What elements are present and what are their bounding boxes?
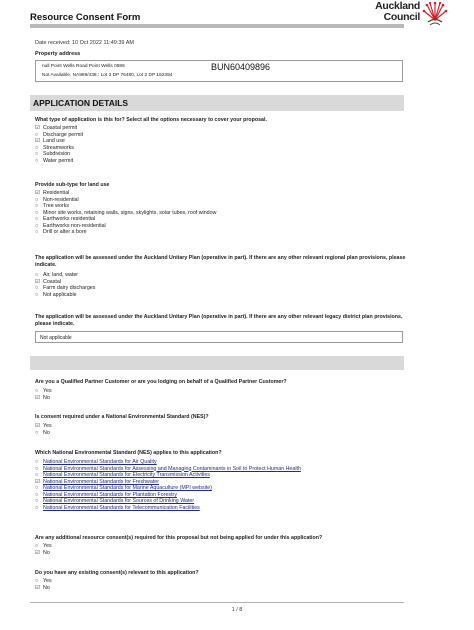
question-nes-applies: Which National Environmental Standard (N… [35,450,222,456]
address-line-1: null Point Wells Road Point Wells 0986 [42,64,125,69]
option-item[interactable]: ☑ No [35,585,52,592]
option-link[interactable]: National Environmental Standards for Tel… [43,505,200,511]
option-label: Minor site works, retaining walls, signs… [43,209,217,216]
option-label: No [43,429,50,436]
options-regional-provisions: ○ Air, land, water ☑ Coastal ○ Farm dairy dis… [35,272,95,298]
option-label: Residential [43,190,70,196]
option-item[interactable]: ○ Drill or alter a bore [35,229,216,236]
option-link[interactable]: National Environmental Standards for Mar… [43,485,212,491]
council-logo: Auckland Council [350,0,450,30]
form-title: Resource Consent Form [30,12,141,23]
unchecked-icon[interactable]: ○ [35,158,43,165]
checked-icon[interactable]: ☑ [35,395,43,402]
header-divider [30,24,404,28]
options-additional-consents: ○ Yes ☑ No [35,543,52,556]
reference-number: BUN60409896 [211,62,271,72]
section-header-application-details: APPLICATION DETAILS [30,95,404,111]
option-label: Non-residential [43,196,79,203]
option-link[interactable]: National Environmental Standards for Ass… [43,466,301,472]
district-provisions-answer-box: Not applicable [35,331,403,343]
question-regional-provisions: The application will be assessed under t… [35,255,406,268]
option-label: Drill or alter a bore [43,229,87,236]
options-nes-required: ☑ Yes ○ No [35,423,52,436]
options-application-type: ☑ Coastal permit ○ Discharge permit ☑ Land us… [35,125,83,164]
option-label: Yes [43,578,52,584]
options-nes-applies: ○ National Environmental Standards for Ai… [35,459,301,511]
property-address-box: null Point Wells Road Point Wells 0986 N… [35,60,403,82]
section-header-blank [30,356,404,370]
option-label: Yes [43,543,52,549]
option-label: Tree works [43,203,69,210]
options-qualified-partner: ○ Yes ☑ No [35,388,52,401]
option-item[interactable]: ○ No [35,430,52,437]
logo-line-1: Auckland [375,0,420,12]
options-land-use-subtype: ☑ Residential ○ Non-residential ○ Tree works ○… [35,190,216,236]
page-number: 1 / 8 [231,607,243,613]
question-application-type: What type of application is this for? Se… [35,117,267,123]
option-label: Air, land, water [43,272,79,278]
unchecked-icon[interactable]: ○ [35,430,43,437]
option-label: Coastal [43,278,61,285]
question-additional-consents: Are any additional resource consent(s) r… [35,535,323,541]
checked-icon[interactable]: ☑ [35,550,43,557]
address-line-2: Not Available, NA989/438 : Lot 3 DP 7648… [42,73,173,78]
footer-divider [30,602,404,603]
option-link[interactable]: National Environmental Standards for Pla… [43,492,177,498]
option-label: Not applicable [43,291,77,298]
option-item[interactable]: ○ Water permit [35,158,83,165]
unchecked-icon[interactable]: ○ [35,505,43,512]
unchecked-icon[interactable]: ○ [35,292,43,299]
options-existing-consents: ○ Yes ☑ No [35,578,52,591]
question-existing-consents: Do you have any existing consent(s) rele… [35,570,199,576]
option-label: Earthworks non-residential [43,222,106,229]
option-link[interactable]: National Environmental Standards for Sou… [43,498,194,504]
property-address-label: Property address [35,51,81,57]
checked-icon[interactable]: ☑ [35,585,43,592]
question-land-use-subtype: Provide sub-type for land use [35,182,110,188]
option-link[interactable]: National Environmental Standards for Air… [43,459,157,465]
option-label: Yes [43,423,52,429]
option-label: Farm dairy discharges [43,285,96,292]
option-label: Earthworks residential [43,216,96,223]
option-label: Land use [43,138,65,145]
option-label: Water permit [43,157,74,164]
question-qualified-partner: Are you a Qualified Partner Customer or … [35,379,287,385]
option-label: Coastal permit [43,125,78,131]
option-item[interactable]: ☑ No [35,550,52,557]
page-header: Resource Consent Form Auckland Council [30,0,450,34]
option-label: No [43,394,50,401]
option-label: Streamworks [43,144,74,151]
option-label: Yes [43,388,52,394]
option-link[interactable]: National Environmental Standards for Fre… [43,479,159,485]
logo-line-2: Council [383,10,421,23]
question-nes-required: Is consent required under a National Env… [35,414,209,420]
unchecked-icon[interactable]: ○ [35,229,43,236]
option-item[interactable]: ○ National Environmental Standards for Te… [35,505,301,512]
option-item[interactable]: ☑ No [35,395,52,402]
option-label: Subdivision [43,151,71,158]
option-label: Discharge permit [43,131,84,138]
district-provisions-answer: Not applicable [40,335,72,341]
option-label: No [43,549,50,556]
option-item[interactable]: ○ Not applicable [35,292,95,299]
date-received: Date received: 10 Oct 2022 11:49:39 AM [35,40,134,46]
option-label: No [43,584,50,591]
question-district-provisions: The application will be assessed under t… [35,314,403,327]
section-title: APPLICATION DETAILS [33,98,129,108]
option-link[interactable]: National Environmental Standards for Ele… [43,472,210,478]
pohutukawa-flower-icon [422,1,448,26]
